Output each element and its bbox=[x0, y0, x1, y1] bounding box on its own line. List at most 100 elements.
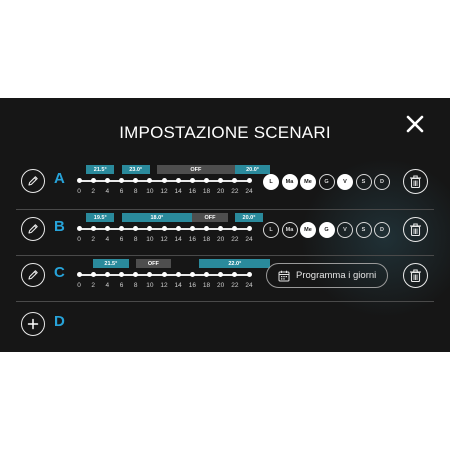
scenario-letter: A bbox=[54, 170, 65, 187]
timeline-dot[interactable] bbox=[161, 272, 167, 277]
day-toggle-ma[interactable]: Ma bbox=[281, 222, 298, 238]
timeline-dot[interactable] bbox=[232, 272, 238, 277]
hour-tick-label: 4 bbox=[105, 282, 110, 289]
day-toggle-l[interactable]: L bbox=[263, 222, 279, 238]
hour-tick-label: 24 bbox=[245, 236, 253, 243]
day-toggle-l[interactable]: L bbox=[263, 174, 279, 190]
hour-tick-label: 8 bbox=[133, 236, 138, 243]
schedule-days-label: Programma i giorni bbox=[296, 270, 377, 281]
timeline-dot[interactable] bbox=[161, 178, 167, 183]
edit-scenario-a-button[interactable] bbox=[21, 169, 45, 193]
timeline-dot[interactable] bbox=[119, 272, 124, 277]
hour-tick-label: 24 bbox=[245, 188, 253, 195]
timeline-dot[interactable] bbox=[119, 178, 124, 183]
day-toggle-me[interactable]: Me bbox=[300, 222, 316, 238]
page-title: IMPOSTAZIONE SCENARI bbox=[119, 123, 331, 142]
temperature-segment[interactable]: 19.5° bbox=[86, 213, 115, 222]
timeline-dot[interactable] bbox=[133, 226, 139, 231]
timeline-dot[interactable] bbox=[218, 272, 224, 277]
edit-scenario-c-button[interactable] bbox=[21, 263, 45, 287]
timeline-dot[interactable] bbox=[133, 178, 139, 183]
edit-scenario-b-button[interactable] bbox=[21, 217, 45, 241]
pencil-icon bbox=[28, 176, 38, 186]
add-scenario-button[interactable] bbox=[21, 312, 45, 336]
timeline-dot[interactable] bbox=[90, 272, 96, 277]
timeline-dot[interactable] bbox=[90, 178, 96, 183]
off-segment[interactable]: OFF bbox=[156, 165, 235, 174]
timeline-dot[interactable] bbox=[175, 226, 181, 231]
timeline-dot[interactable] bbox=[246, 178, 252, 183]
delete-scenario-b-button[interactable] bbox=[403, 217, 428, 242]
timeline-dot[interactable] bbox=[175, 272, 181, 277]
timeline-dot[interactable] bbox=[147, 226, 153, 231]
timeline-dot[interactable] bbox=[76, 226, 82, 231]
timeline-dot[interactable] bbox=[246, 272, 252, 277]
timeline-dot[interactable] bbox=[204, 272, 209, 277]
day-toggle-s[interactable]: S bbox=[355, 222, 372, 238]
temperature-segment[interactable]: 21.5° bbox=[86, 165, 115, 174]
trash-icon bbox=[410, 175, 421, 188]
day-toggle-s[interactable]: S bbox=[355, 174, 372, 190]
schedule-days-button[interactable]: Programma i giorni bbox=[266, 263, 388, 288]
add-scenario-row: D bbox=[0, 305, 450, 345]
timeline-dot[interactable] bbox=[189, 272, 195, 277]
timeline-dot[interactable] bbox=[147, 178, 153, 183]
temperature-segment[interactable]: 23.0° bbox=[121, 165, 150, 174]
timeline-dot[interactable] bbox=[147, 272, 153, 277]
off-segment[interactable]: OFF bbox=[192, 213, 228, 222]
timeline-dot[interactable] bbox=[204, 226, 209, 231]
temperature-segment[interactable]: 20.0° bbox=[234, 165, 271, 174]
hour-tick-label: 12 bbox=[160, 188, 168, 195]
temperature-segment[interactable]: 20.0° bbox=[234, 213, 264, 222]
timeline-dot[interactable] bbox=[161, 226, 167, 231]
timeline-dot[interactable] bbox=[218, 226, 224, 231]
scenario-letter: C bbox=[54, 264, 65, 281]
timeline-dot[interactable] bbox=[119, 226, 124, 231]
timeline-dot[interactable] bbox=[104, 178, 110, 183]
timeline-dot[interactable] bbox=[218, 178, 224, 183]
hour-tick-label: 12 bbox=[160, 282, 168, 289]
hour-tick-label: 22 bbox=[231, 282, 239, 289]
timeline-dot[interactable] bbox=[104, 226, 110, 231]
close-icon bbox=[406, 115, 424, 133]
timeline-dot[interactable] bbox=[175, 178, 181, 183]
day-toggle-d[interactable]: D bbox=[374, 222, 390, 238]
trash-icon bbox=[410, 223, 421, 236]
hour-tick-label: 18 bbox=[202, 188, 211, 195]
timeline-dot[interactable] bbox=[133, 272, 139, 277]
trash-icon bbox=[410, 269, 421, 282]
hour-tick-label: 20 bbox=[217, 236, 225, 243]
off-segment[interactable]: OFF bbox=[135, 259, 172, 268]
day-toggle-v[interactable]: V bbox=[337, 174, 353, 190]
hour-tick-label: 4 bbox=[105, 188, 110, 195]
hour-tick-label: 4 bbox=[105, 236, 110, 243]
timeline-dot[interactable] bbox=[76, 272, 82, 277]
timeline-dot[interactable] bbox=[76, 178, 82, 183]
temperature-segment[interactable]: 21.5° bbox=[93, 259, 129, 268]
delete-scenario-a-button[interactable] bbox=[403, 169, 428, 194]
timeline-dot[interactable] bbox=[232, 226, 238, 231]
timeline-dot[interactable] bbox=[189, 178, 195, 183]
timeline-dot[interactable] bbox=[204, 178, 209, 183]
day-toggle-me[interactable]: Me bbox=[300, 174, 316, 190]
timeline-dot[interactable] bbox=[104, 272, 110, 277]
close-button[interactable] bbox=[402, 111, 428, 137]
hour-tick-label: 20 bbox=[217, 282, 225, 289]
scenario-b-timeline[interactable]: 0 2 4 6 8 10 12 14 16 18 20 22 24 19.5° 18.0° OFF 20.0° bbox=[76, 210, 264, 250]
hour-tick-label: 16 bbox=[188, 188, 196, 195]
day-toggle-g[interactable]: G bbox=[318, 222, 335, 238]
temperature-segment[interactable]: 18.0° bbox=[121, 213, 193, 222]
day-toggle-v[interactable]: V bbox=[337, 222, 353, 238]
day-toggle-g[interactable]: G bbox=[318, 174, 335, 190]
scenario-a-timeline[interactable]: 0 2 4 6 8 10 12 14 16 18 20 22 24 21.5° 23.0° OFF 20.0° bbox=[76, 162, 271, 202]
timeline-dot[interactable] bbox=[246, 226, 252, 231]
hour-tick-label: 18 bbox=[202, 282, 211, 289]
delete-scenario-c-button[interactable] bbox=[403, 263, 428, 288]
scenario-c-timeline[interactable]: 0 2 4 6 8 10 12 14 16 18 20 22 24 21.5° OFF 22.0° bbox=[76, 256, 271, 296]
timeline-dot[interactable] bbox=[90, 226, 96, 231]
day-toggle-d[interactable]: D bbox=[374, 174, 390, 190]
timeline-dot[interactable] bbox=[232, 178, 238, 183]
timeline-dot[interactable] bbox=[189, 226, 195, 231]
day-toggle-ma[interactable]: Ma bbox=[281, 174, 298, 190]
temperature-segment[interactable]: 22.0° bbox=[199, 259, 271, 268]
